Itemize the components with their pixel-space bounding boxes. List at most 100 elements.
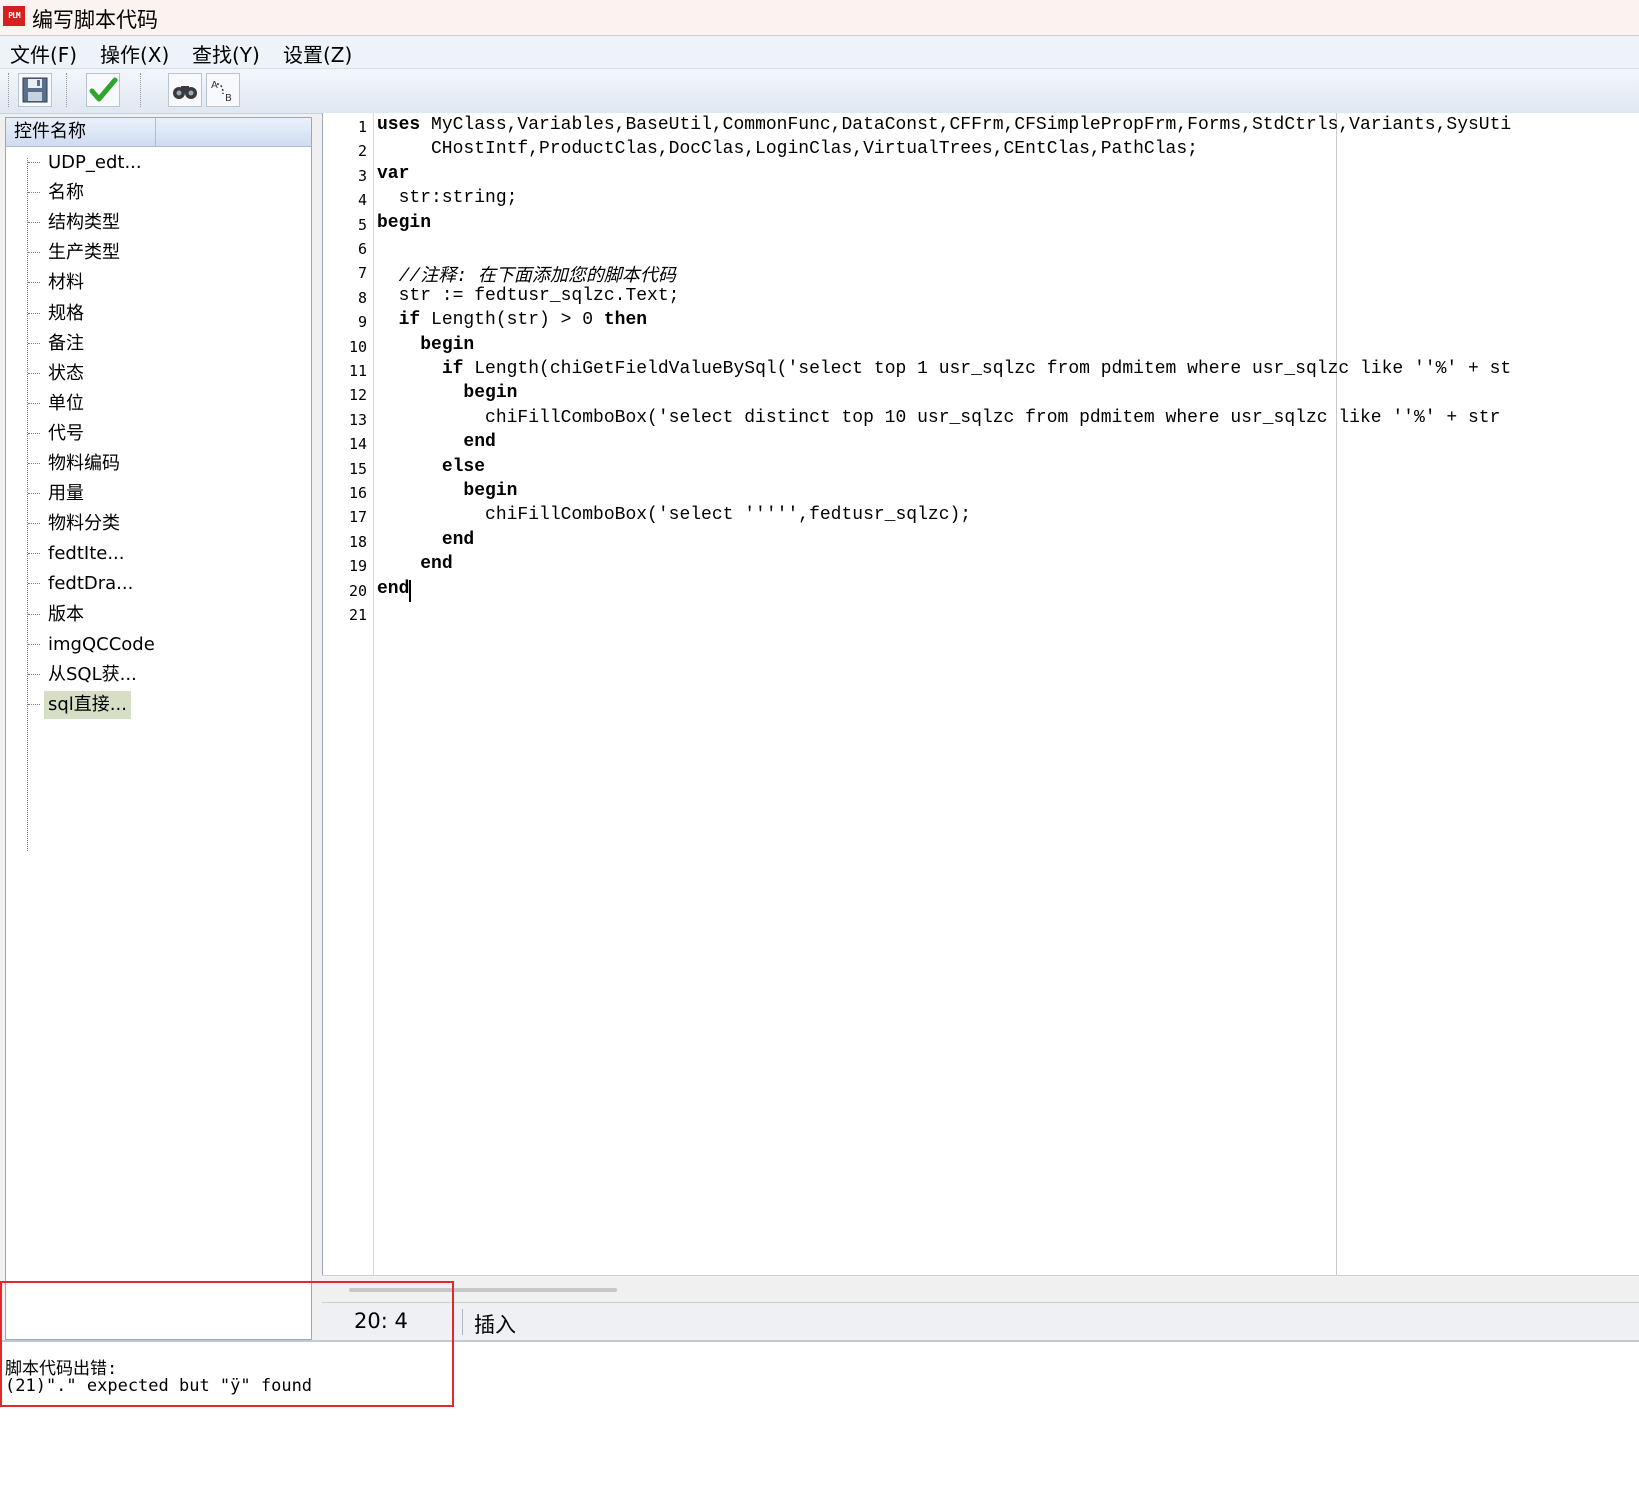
window-title: 编写脚本代码 [32,8,158,32]
tree-branch-line [28,613,40,615]
line-number: 9 [357,313,367,332]
code-keyword: if [398,310,421,331]
code-keyword: end [377,578,410,599]
code-line[interactable]: if Length(chiGetFieldValueBySql('select … [377,359,1511,379]
code-line[interactable]: str:string; [377,188,518,208]
code-line[interactable]: var [377,164,409,184]
save-button[interactable] [18,73,52,107]
menu-bar: 文件(F) 操作(X) 查找(Y) 设置(Z) [0,36,1639,69]
compile-check-button[interactable] [86,73,120,107]
tree-branch-line [28,523,40,525]
tree-item-label: 备注 [48,332,84,354]
tree-item-label: 版本 [48,603,84,625]
save-icon [22,77,48,103]
code-comment: //注释: 在下面添加您的脚本代码 [398,267,676,288]
tree-item-label: fedtIte... [48,543,125,565]
code-line[interactable]: begin [377,213,431,233]
code-line[interactable]: uses MyClass,Variables,BaseUtil,CommonFu… [377,115,1511,135]
tree-branch-line [28,192,40,194]
replace-button[interactable]: A B [206,73,240,107]
tree-header: 控件名称 [6,118,311,147]
tree-branch-line [28,703,40,705]
tree-branch-line [28,493,40,495]
line-number: 6 [357,240,367,258]
line-number: 12 [348,386,367,405]
line-number: 13 [348,410,367,429]
code-text: MyClass,Variables,BaseUtil,CommonFunc,Da… [420,115,1512,135]
code-line[interactable]: chiFillComboBox('select ''''',fedtusr_sq… [377,505,971,525]
line-number: 21 [348,606,367,624]
tree-item-label: 名称 [48,182,84,204]
check-icon [89,77,118,102]
right-margin-line [1336,113,1337,1275]
line-number: 4 [357,191,367,210]
tree-branch-line [28,673,40,675]
line-number: 18 [348,532,367,551]
find-button[interactable] [168,73,202,107]
code-keyword: begin [463,481,518,501]
menu-settings[interactable]: 设置(Z) [283,39,352,68]
code-keyword: then [603,310,648,331]
code-line[interactable]: end [377,530,474,550]
line-number: 14 [348,435,367,454]
code-line[interactable]: if Length(str) > 0 then [377,310,647,330]
toolbar: A B [0,69,1639,114]
tree-item-label: sql直接... [44,690,131,719]
tree-item-label: 用量 [48,483,84,505]
line-number: 8 [357,288,367,307]
tree-branch-line [28,643,40,645]
tree-branch-line [28,342,40,344]
status-separator [462,1309,463,1335]
code-line[interactable]: end [377,554,452,574]
tree-branch-line [28,583,40,585]
tree-connector-line [27,158,28,851]
menu-operation[interactable]: 操作(X) [100,39,169,68]
tree-item-label: 生产类型 [48,242,120,264]
code-text: Length(chiGetFieldValueBySql('select top… [463,359,1512,379]
line-number: 16 [348,484,367,502]
line-number: 10 [348,337,367,356]
code-line[interactable]: end [377,579,409,599]
tree-column-header[interactable]: 控件名称 [6,118,156,146]
code-line[interactable]: end [377,432,495,452]
code-line[interactable]: begin [377,383,517,403]
app-logo-icon: PLM [3,6,25,26]
code-line[interactable]: str := fedtusr_sqlzc.Text; [377,285,680,306]
tree-branch-line [28,463,40,464]
svg-text:A: A [211,80,218,91]
tree-item-label: 代号 [48,422,84,444]
code-editor[interactable]: 1 2 3 4 5 6 7 8 9 10 11 12 13 14 15 16 17 18 19 20 21 uses M… [322,113,1639,1275]
tree-item-label: 从SQL获... [48,663,137,685]
menu-file[interactable]: 文件(F) [10,39,77,68]
code-keyword: end [441,529,475,550]
code-line[interactable]: begin [377,481,517,501]
code-line[interactable]: //注释: 在下面添加您的脚本代码 [377,261,676,287]
tree-item-label: 状态 [48,362,84,384]
menu-find[interactable]: 查找(Y) [192,39,260,68]
code-text: chiFillComboBox('select distinct top 10 … [377,407,1501,428]
tree-item-label: 结构类型 [48,212,120,234]
code-keyword: else [441,456,486,477]
horizontal-scrollbar[interactable] [322,1275,1639,1303]
line-number: 5 [357,215,367,234]
toolbar-grip [8,73,12,107]
code-line[interactable]: else [377,457,485,477]
line-number: 1 [357,118,367,136]
replace-icon: A B [211,80,232,104]
line-number: 15 [348,459,367,478]
tree-item-label: 物料分类 [48,513,120,535]
code-line[interactable]: chiFillComboBox('select distinct top 10 … [377,408,1500,428]
tree-branch-line [28,282,40,284]
tree-item-label: 材料 [48,272,84,294]
tree-item-label: imgQCCode [48,633,155,655]
control-tree-panel: 控件名称 UDP_edt... 名称 结构类型 生产类型 材料 规格 备注 状态 单位 代号 物料编… [5,117,312,1337]
line-number: 2 [357,142,367,161]
code-line[interactable]: begin [377,335,474,355]
tree-item-label: 物料编码 [48,453,120,474]
code-text: str := fedtusr_sqlzc.Text; [377,285,680,306]
code-text: chiFillComboBox('select ''''',fedtusr_sq… [377,505,972,526]
code-line[interactable]: CHostIntf,ProductClas,DocClas,LoginClas,… [377,139,1198,159]
code-keyword: begin [420,334,475,355]
